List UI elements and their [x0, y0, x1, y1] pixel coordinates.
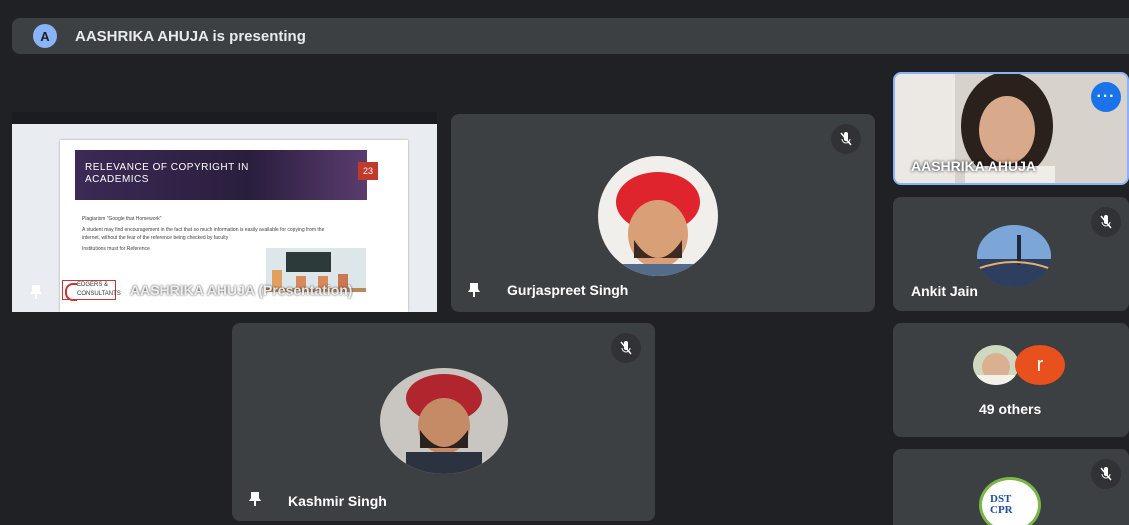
participant-avatar [598, 156, 718, 276]
more-options-icon: ··· [1096, 88, 1116, 105]
participant-name: Gurjaspreet Singh [507, 282, 629, 298]
consultants-logo: EDGERS & CONSULTANTS [62, 280, 121, 301]
slide-title-line1: RELEVANCE OF COPYRIGHT IN [85, 162, 249, 173]
participant-tile-ankit[interactable]: Ankit Jain [893, 197, 1129, 311]
participant-tile-aashrika[interactable]: ··· AASHRIKA AHUJA [893, 72, 1129, 185]
dst-cpr-logo: DST CPR [979, 477, 1041, 525]
participant-avatar [977, 225, 1051, 287]
pin-icon[interactable] [467, 282, 481, 298]
slide-title-line2: ACADEMICS [85, 174, 149, 185]
participant-name: AASHRIKA AHUJA [911, 158, 1036, 174]
mic-off-icon [1091, 459, 1121, 489]
more-options-button[interactable]: ··· [1091, 82, 1121, 112]
presenting-text: AASHRIKA AHUJA is presenting [75, 27, 306, 45]
logo-line2: CPR [990, 504, 1013, 516]
slide-title: RELEVANCE OF COPYRIGHT IN ACADEMICS [85, 162, 249, 186]
participant-tile-kashmir[interactable]: Kashmir Singh [232, 323, 655, 521]
slide-bullet: A student may find encouragement in the … [82, 227, 325, 241]
logo-text-line1: EDGERS & [77, 282, 109, 288]
presenter-taskbar [12, 112, 437, 124]
slide-number: 23 [358, 162, 378, 180]
presentation-label: AASHRIKA AHUJA (Presentation) [130, 282, 353, 298]
presentation-tile[interactable]: RELEVANCE OF COPYRIGHT IN ACADEMICS 23 P… [12, 112, 437, 312]
logo-text-line2: CONSULTANTS [77, 291, 121, 297]
others-count: 49 others [979, 401, 1042, 417]
mic-off-icon [1091, 207, 1121, 237]
participant-name: Ankit Jain [911, 283, 978, 299]
mic-off-icon [831, 124, 861, 154]
participant-tile-gurjaspreet[interactable]: Gurjaspreet Singh [451, 114, 875, 312]
participant-avatar [380, 368, 508, 474]
mic-off-icon [611, 333, 641, 363]
slide-header: RELEVANCE OF COPYRIGHT IN ACADEMICS 23 [75, 150, 378, 200]
presenting-banner: A AASHRIKA AHUJA is presenting [12, 18, 1129, 54]
participant-tile-dstcpr[interactable]: DST CPR [893, 449, 1129, 525]
slide-bullet: Plagiarism "Google that Homework" [82, 216, 162, 222]
participant-name: Kashmir Singh [288, 493, 387, 509]
presenter-avatar: A [33, 24, 57, 48]
logo-c-mark [65, 283, 77, 301]
pin-icon[interactable] [29, 284, 43, 300]
others-avatar: r [1015, 345, 1065, 385]
pin-icon[interactable] [248, 491, 262, 507]
participant-avatar [973, 345, 1019, 385]
participant-tile-others[interactable]: r 49 others [893, 323, 1129, 437]
